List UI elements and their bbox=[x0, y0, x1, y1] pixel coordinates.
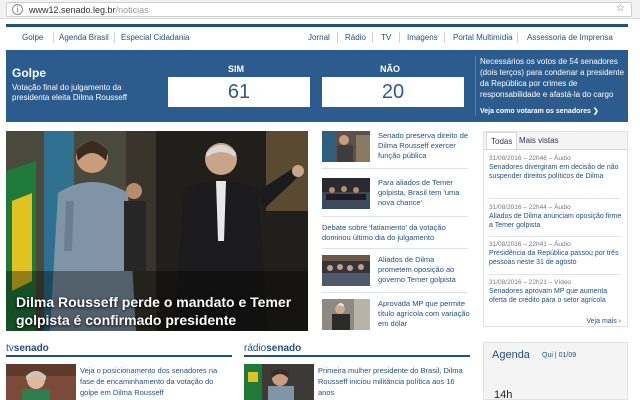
news-thumbnail bbox=[322, 178, 370, 209]
news-item[interactable]: Senado preserva direito de Dilma Roussef… bbox=[322, 131, 468, 163]
radio-story-headline[interactable]: Primeira mulher presidente do Brasil, Di… bbox=[318, 365, 470, 398]
nav-divider bbox=[517, 32, 518, 43]
see-votes-link[interactable]: Veja como votaram os senadores ❯ bbox=[480, 107, 599, 115]
news-headline[interactable]: Senado preserva direito de Dilma Roussef… bbox=[378, 131, 470, 161]
banner-note-text: Necessários os votos de 54 senadores (do… bbox=[480, 57, 625, 99]
nav-item-imagens[interactable]: Imagens bbox=[407, 33, 438, 42]
nav-divider bbox=[337, 32, 338, 43]
tv-story-headline[interactable]: Veja o posicionamento dos senadores na f… bbox=[80, 365, 230, 398]
news-divider bbox=[322, 216, 468, 217]
entry-meta: 31/08/2016 – 22h21 – Vídeo bbox=[489, 279, 572, 286]
nav-divider bbox=[53, 32, 54, 43]
entry-divider bbox=[489, 236, 621, 237]
news-item[interactable]: Aliados de Dilma prometem oposição ao go… bbox=[322, 255, 468, 287]
nav-item-agenda-brasil[interactable]: Agenda Brasil bbox=[59, 33, 109, 42]
vote-result-banner: Golpe Votação final do julgamento da pre… bbox=[6, 50, 628, 122]
news-divider bbox=[322, 292, 468, 293]
news-headline[interactable]: Para aliados de Temer golpista, Brasil t… bbox=[378, 178, 470, 208]
vote-no-count: 20 bbox=[322, 77, 464, 107]
bookmark-star-icon[interactable]: ☆ bbox=[616, 3, 625, 14]
url-text: www12.senado.leg.br/noticias bbox=[29, 5, 149, 15]
nav-item-jornal[interactable]: Jornal bbox=[308, 33, 330, 42]
news-thumbnail bbox=[322, 255, 370, 286]
address-bar[interactable]: i www12.senado.leg.br/noticias ☆ bbox=[6, 2, 632, 17]
agenda-title[interactable]: Agenda bbox=[492, 349, 530, 361]
main-nav: Golpe Agenda Brasil Especial Cidadania J… bbox=[6, 30, 628, 46]
latest-news-list: 31/08/2016 – 22h46 – Áudio Senadores div… bbox=[484, 149, 627, 326]
nav-item-assessoria-imprensa[interactable]: Assessoria de Imprensa bbox=[527, 33, 613, 42]
vote-yes-label: SIM bbox=[227, 64, 244, 74]
news-item[interactable]: Debate sobre 'fatiamento' da votação dom… bbox=[322, 223, 468, 245]
see-more-link[interactable]: Veja mais › bbox=[586, 318, 621, 325]
news-item[interactable]: Aprovada MP que permite título agrícola … bbox=[322, 299, 470, 331]
tv-thumbnail[interactable] bbox=[6, 364, 76, 400]
radio-senado-logo[interactable]: rádiosenado bbox=[244, 343, 301, 354]
nav-item-radio[interactable]: Rádio bbox=[345, 33, 366, 42]
entry-meta: 31/08/2016 – 22h44 – Áudio bbox=[489, 204, 571, 211]
vote-no: NÃO 20 bbox=[316, 50, 464, 122]
news-thumbnail bbox=[322, 299, 370, 330]
nav-divider bbox=[372, 32, 373, 43]
nav-divider bbox=[114, 32, 115, 43]
nav-item-golpe[interactable]: Golpe bbox=[22, 33, 43, 42]
vote-yes-count: 61 bbox=[168, 77, 310, 107]
radio-thumbnail[interactable] bbox=[244, 364, 314, 400]
list-item[interactable]: 31/08/2016 – 22h46 – Áudio Senadores div… bbox=[489, 154, 625, 181]
vote-no-label: NÃO bbox=[380, 64, 400, 74]
tv-section-rule bbox=[6, 355, 232, 357]
nav-item-portal-multimidia[interactable]: Portal Multimídia bbox=[453, 33, 513, 42]
nav-item-especial-cidadania[interactable]: Especial Cidadania bbox=[121, 33, 190, 42]
entry-meta: 31/08/2016 – 22h41 – Áudio bbox=[489, 241, 571, 248]
news-divider bbox=[322, 248, 468, 249]
agenda-time: 14h bbox=[494, 389, 513, 400]
list-item[interactable]: 31/08/2016 – 22h41 – Áudio Presidência d… bbox=[489, 240, 625, 267]
agenda-date[interactable]: Qui | 01/09 bbox=[542, 352, 576, 359]
latest-news-panel: Todas Mais vistas 31/08/2016 – 22h46 – Á… bbox=[483, 131, 628, 327]
browser-toolbar: i www12.senado.leg.br/noticias ☆ bbox=[0, 0, 640, 19]
entry-meta: 31/08/2016 – 22h46 – Áudio bbox=[489, 155, 571, 162]
nav-divider bbox=[399, 32, 400, 43]
agenda-panel: Agenda Qui | 01/09 14h bbox=[483, 342, 628, 400]
hero-headline[interactable]: Dilma Rousseff perde o mandato e Temer g… bbox=[16, 293, 306, 329]
hero-story[interactable]: Dilma Rousseff perde o mandato e Temer g… bbox=[6, 131, 308, 331]
news-divider bbox=[322, 168, 468, 169]
radio-section-rule bbox=[244, 355, 470, 357]
banner-title: Golpe bbox=[12, 66, 47, 80]
news-thumbnail bbox=[322, 131, 370, 162]
banner-description: Votação final do julgamento da president… bbox=[12, 83, 128, 102]
news-headline[interactable]: Debate sobre 'fatiamento' da votação dom… bbox=[322, 223, 468, 243]
tab-mais-vistas[interactable]: Mais vistas bbox=[515, 132, 563, 149]
entry-headline[interactable]: Senadores aprovam MP que aumenta oferta … bbox=[489, 287, 625, 305]
nav-item-tv[interactable]: TV bbox=[381, 33, 391, 42]
news-item[interactable]: Para aliados de Temer golpista, Brasil t… bbox=[322, 178, 468, 210]
banner-note: Necessários os votos de 54 senadores (do… bbox=[476, 50, 628, 122]
news-headline[interactable]: Aliados de Dilma prometem oposição ao go… bbox=[378, 255, 470, 285]
entry-divider bbox=[489, 198, 621, 199]
list-item[interactable]: 31/08/2016 – 22h44 – Áudio Aliados de Di… bbox=[489, 203, 625, 230]
entry-divider bbox=[489, 274, 621, 275]
entry-headline[interactable]: Presidência da República passou por três… bbox=[489, 249, 625, 267]
header-rule bbox=[6, 24, 628, 27]
tab-todas[interactable]: Todas bbox=[486, 132, 518, 149]
banner-intro[interactable]: Golpe Votação final do julgamento da pre… bbox=[6, 50, 162, 122]
nav-divider bbox=[444, 32, 445, 43]
entry-headline[interactable]: Senadores divergiram em decisão de não s… bbox=[489, 163, 625, 181]
vote-yes: SIM 61 bbox=[162, 50, 310, 122]
list-item[interactable]: 31/08/2016 – 22h21 – Vídeo Senadores apr… bbox=[489, 278, 625, 305]
info-icon[interactable]: i bbox=[12, 4, 23, 15]
entry-headline[interactable]: Aliados de Dilma anunciam oposição firme… bbox=[489, 212, 625, 230]
tv-senado-logo[interactable]: tvsenado bbox=[6, 343, 49, 354]
news-headline[interactable]: Aprovada MP que permite título agrícola … bbox=[378, 299, 470, 329]
